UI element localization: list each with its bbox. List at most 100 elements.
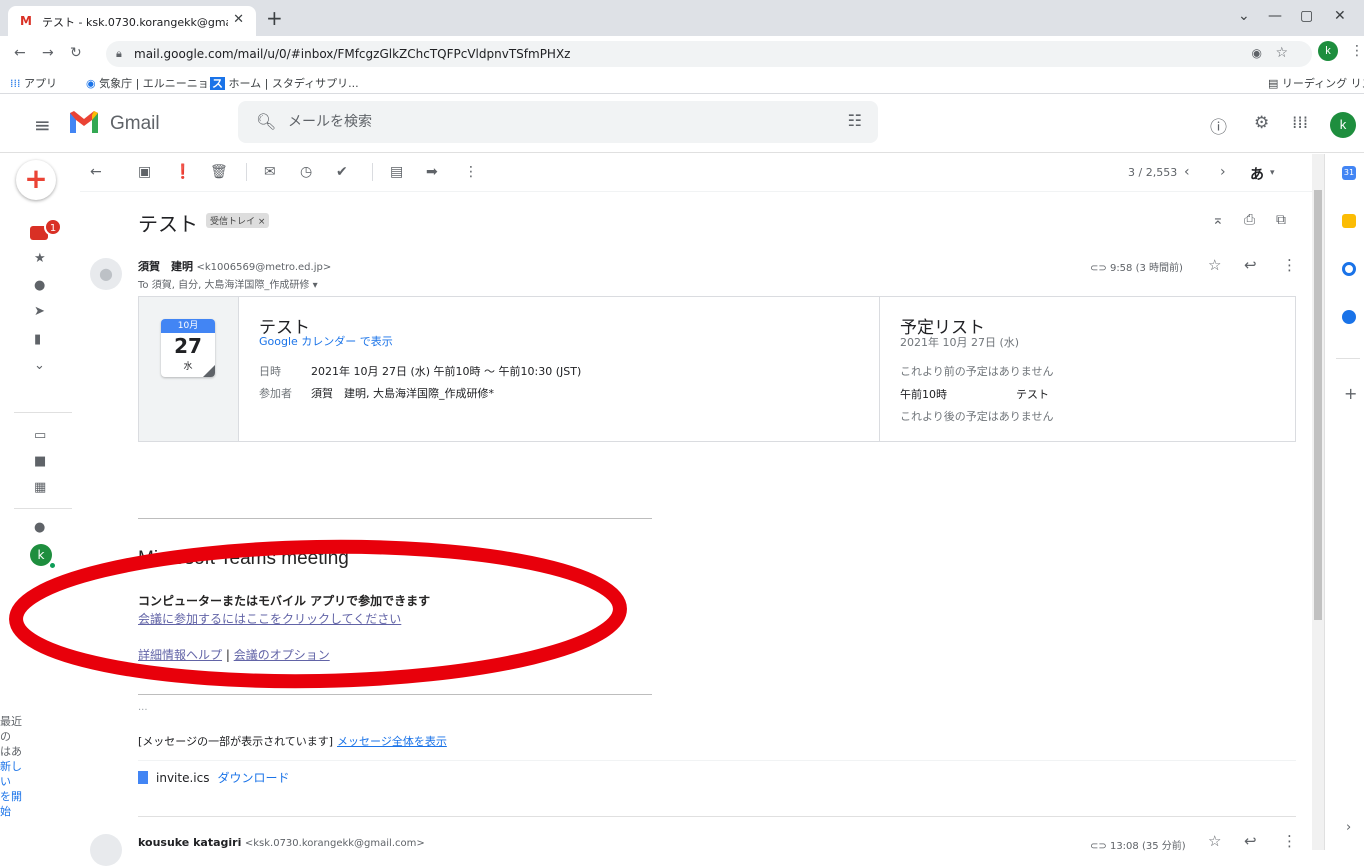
more-chevron-icon[interactable]: ⌄: [34, 358, 45, 373]
eye-icon[interactable]: ◉: [1252, 46, 1262, 60]
sender-name[interactable]: 須賀 建明: [138, 260, 193, 273]
new-tab-icon[interactable]: +: [266, 6, 283, 30]
report-spam-icon[interactable]: ❗: [174, 164, 191, 180]
agenda-pane: 予定リスト 2021年 10月 27日 (水) これより前の予定はありません 午…: [879, 297, 1295, 441]
contacts-addon-icon[interactable]: [1342, 310, 1356, 324]
recipients-line[interactable]: To 須賀, 自分, 大島海洋国際_作成研修 ▾: [138, 276, 318, 291]
meet-video-icon[interactable]: ■: [34, 454, 46, 469]
teams-meeting-title: Microsoft Teams meeting: [138, 548, 349, 569]
tasks-addon-icon[interactable]: [1342, 262, 1356, 276]
search-icon[interactable]: 🔍︎: [256, 112, 276, 131]
back-to-inbox-icon[interactable]: ←: [90, 164, 102, 180]
rail-divider: [14, 508, 72, 509]
address-bar[interactable]: 🔒︎ mail.google.com/mail/u/0/#inbox/FMfcg…: [106, 41, 1312, 67]
snooze-icon[interactable]: ◷: [300, 164, 312, 180]
meet-new-meeting-icon[interactable]: ▭: [34, 428, 46, 443]
attachment-name[interactable]: invite.ics: [156, 771, 209, 785]
star-icon[interactable]: ☆: [1208, 256, 1221, 274]
sent-icon[interactable]: ➤: [34, 304, 45, 319]
minimize-icon[interactable]: —: [1268, 8, 1282, 24]
collapse-all-icon[interactable]: ⌅: [1212, 212, 1224, 228]
chrome-profile-avatar[interactable]: k: [1318, 41, 1338, 61]
browser-tab[interactable]: M テスト - ksk.0730.korangekk@gma ✕: [8, 6, 256, 36]
more-actions-icon[interactable]: ⋮: [464, 164, 478, 180]
event-when: 2021年 10月 27日 (水) 午前10時 ～ 午前10:30 (JST): [311, 365, 582, 378]
reply-icon[interactable]: ↩: [1244, 256, 1257, 274]
inbox-label-chip[interactable]: 受信トレイ ×: [206, 213, 270, 228]
add-to-tasks-icon[interactable]: ✔: [336, 164, 348, 180]
teams-join-link[interactable]: 会議に参加するにはここをクリックしてください: [138, 610, 401, 627]
view-entire-message-link[interactable]: メッセージ全体を表示: [337, 735, 447, 748]
drafts-icon[interactable]: ▮: [34, 332, 41, 347]
bookmark-studysapuri[interactable]: ス ホーム | スタディサプリ...: [210, 75, 359, 91]
invite-date-pane: 10月 27 水: [139, 297, 239, 441]
next-sender-email: <ksk.0730.korangekk@gmail.com>: [244, 838, 425, 849]
reload-icon[interactable]: ↻: [70, 45, 82, 61]
reply-icon[interactable]: ↩: [1244, 832, 1257, 850]
gmail-logo-icon[interactable]: [68, 109, 100, 135]
window-close-icon[interactable]: ✕: [1334, 8, 1346, 24]
compose-button[interactable]: +: [16, 160, 56, 200]
rail-note-link[interactable]: を開始: [0, 789, 22, 819]
reading-list[interactable]: ▤ リーディング リスト: [1268, 75, 1364, 91]
starred-icon[interactable]: ★: [34, 251, 46, 266]
settings-gear-icon[interactable]: ⚙: [1254, 113, 1269, 133]
teams-join-heading: コンピューターまたはモバイル アプリで参加できます: [138, 594, 431, 608]
next-sender-name[interactable]: kousuke katagiri: [138, 836, 241, 849]
account-avatar[interactable]: k: [1330, 112, 1356, 138]
scrollbar-thumb[interactable]: [1314, 190, 1322, 620]
google-apps-icon[interactable]: ⁞⁞⁞: [1292, 113, 1308, 133]
teams-help-line: 詳細情報ヘルプ | 会議のオプション: [138, 646, 330, 663]
print-icon[interactable]: ⎙: [1244, 212, 1255, 228]
main-menu-icon[interactable]: ≡: [34, 113, 51, 137]
browser-tab-strip: M テスト - ksk.0730.korangekk@gma ✕ + ⌄ — ▢…: [0, 0, 1364, 36]
delete-icon[interactable]: 🗑︎: [210, 164, 228, 180]
message-separator: [138, 816, 1296, 817]
clipped-message-notice: [メッセージの一部が表示されています] メッセージ全体を表示: [138, 733, 447, 749]
agenda-event-title[interactable]: テスト: [1016, 386, 1049, 402]
calendar-addon-icon[interactable]: 31: [1342, 166, 1356, 180]
download-link[interactable]: ダウンロード: [217, 771, 289, 785]
move-to-icon[interactable]: ▤: [390, 164, 403, 180]
search-input[interactable]: [288, 110, 808, 134]
label-icon[interactable]: ➡: [426, 164, 438, 180]
rail-note-link[interactable]: 新しい: [0, 759, 22, 789]
star-icon[interactable]: ☆: [1208, 832, 1221, 850]
input-tools-button[interactable]: あ: [1250, 164, 1264, 184]
event-when-label: 日時: [259, 365, 281, 378]
teams-help-link[interactable]: 詳細情報ヘルプ: [138, 648, 222, 662]
input-tools-chevron-icon[interactable]: ▾: [1270, 168, 1275, 178]
view-in-calendar-link[interactable]: Google カレンダー で表示: [259, 333, 393, 349]
bookmark-star-icon[interactable]: ☆: [1275, 45, 1288, 61]
bookmark-jma[interactable]: ◉ 気象庁 | エルニーニョ...: [86, 75, 219, 91]
message-more-icon[interactable]: ⋮: [1282, 256, 1297, 274]
older-chevron-icon[interactable]: ›: [1220, 164, 1226, 180]
help-icon[interactable]: ⓘ: [1210, 113, 1227, 138]
maximize-icon[interactable]: ▢: [1300, 8, 1313, 24]
snoozed-icon[interactable]: ●: [34, 278, 45, 293]
chrome-menu-icon[interactable]: ⋮: [1350, 43, 1364, 59]
forward-arrow-icon[interactable]: →: [42, 45, 54, 61]
back-arrow-icon[interactable]: ←: [14, 45, 26, 61]
sender-avatar: [90, 834, 122, 866]
tab-close-icon[interactable]: ✕: [233, 12, 244, 27]
show-side-panel-chevron-icon[interactable]: ›: [1346, 820, 1351, 835]
open-new-window-icon[interactable]: ⧉: [1276, 212, 1286, 228]
keyboard-icon[interactable]: ▦: [34, 480, 46, 495]
message-more-icon[interactable]: ⋮: [1282, 832, 1297, 850]
search-options-icon[interactable]: ☷: [848, 111, 862, 130]
teams-options-link[interactable]: 会議のオプション: [234, 648, 330, 662]
keep-addon-icon[interactable]: [1342, 214, 1356, 228]
trimmed-content-ellipsis[interactable]: ...: [138, 702, 148, 713]
tab-search-chevron-icon[interactable]: ⌄: [1238, 8, 1250, 24]
get-addons-plus-icon[interactable]: +: [1344, 384, 1357, 403]
mark-unread-icon[interactable]: ✉: [264, 164, 276, 180]
newer-chevron-icon[interactable]: ‹: [1184, 164, 1190, 180]
lock-icon: 🔒︎: [116, 47, 122, 60]
bookmark-apps[interactable]: ⁞⁞⁞ アプリ: [10, 75, 57, 91]
hangouts-icon[interactable]: ●: [34, 520, 45, 535]
gmail-favicon-icon: M: [20, 14, 32, 28]
archive-icon[interactable]: ▣: [138, 164, 151, 180]
gmail-wordmark[interactable]: Gmail: [110, 113, 160, 135]
toolbar-divider: [246, 163, 247, 181]
